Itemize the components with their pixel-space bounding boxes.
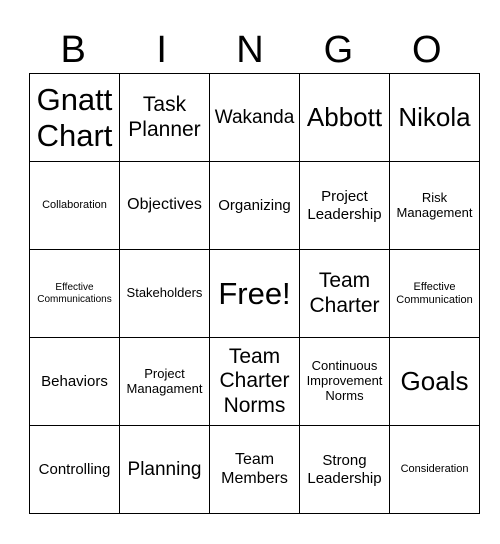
bingo-cell[interactable]: Stakeholders xyxy=(119,249,210,338)
bingo-cell[interactable]: Risk Management xyxy=(389,161,480,250)
bingo-cell[interactable]: Goals xyxy=(389,337,480,426)
bingo-cell[interactable]: Continuous Improvement Norms xyxy=(299,337,390,426)
free-space-cell[interactable]: Free! xyxy=(209,249,300,338)
bingo-cell[interactable]: Team Charter Norms xyxy=(209,337,300,426)
bingo-cell[interactable]: Abbott xyxy=(299,73,390,162)
bingo-cell[interactable]: Strong Leadership xyxy=(299,425,390,514)
bingo-cell[interactable]: Task Planner xyxy=(119,73,210,162)
bingo-cell[interactable]: Effective Communication xyxy=(389,249,480,338)
header-letter-b: B xyxy=(60,29,86,71)
bingo-cell[interactable]: Effective Communications xyxy=(29,249,120,338)
header-letter-i: I xyxy=(156,29,167,71)
header-letter-o: O xyxy=(412,29,442,71)
bingo-cell[interactable]: Gnatt Chart xyxy=(29,73,120,162)
bingo-cell[interactable]: Objectives xyxy=(119,161,210,250)
bingo-cell[interactable]: Consideration xyxy=(389,425,480,514)
bingo-row: Effective Communications Stakeholders Fr… xyxy=(29,249,480,338)
bingo-cell[interactable]: Team Charter xyxy=(299,249,390,338)
bingo-row: Collaboration Objectives Organizing Proj… xyxy=(29,161,480,250)
bingo-cell[interactable]: Planning xyxy=(119,425,210,514)
header-letter-n: N xyxy=(236,29,264,71)
header-letter-g: G xyxy=(323,29,354,71)
bingo-cell[interactable]: Collaboration xyxy=(29,161,120,250)
bingo-cell[interactable]: Behaviors xyxy=(29,337,120,426)
bingo-cell[interactable]: Project Managament xyxy=(119,337,210,426)
bingo-cell[interactable]: Team Members xyxy=(209,425,300,514)
bingo-cell[interactable]: Project Leadership xyxy=(299,161,390,250)
bingo-row: Gnatt Chart Task Planner Wakanda Abbott … xyxy=(29,73,480,162)
bingo-cell[interactable]: Wakanda xyxy=(209,73,300,162)
bingo-row: Behaviors Project Managament Team Charte… xyxy=(29,337,480,426)
bingo-card: Gnatt Chart Task Planner Wakanda Abbott … xyxy=(29,73,480,514)
bingo-header: B I N G O xyxy=(29,28,471,73)
bingo-cell[interactable]: Controlling xyxy=(29,425,120,514)
bingo-row: Controlling Planning Team Members Strong… xyxy=(29,425,480,514)
bingo-cell[interactable]: Organizing xyxy=(209,161,300,250)
bingo-cell[interactable]: Nikola xyxy=(389,73,480,162)
